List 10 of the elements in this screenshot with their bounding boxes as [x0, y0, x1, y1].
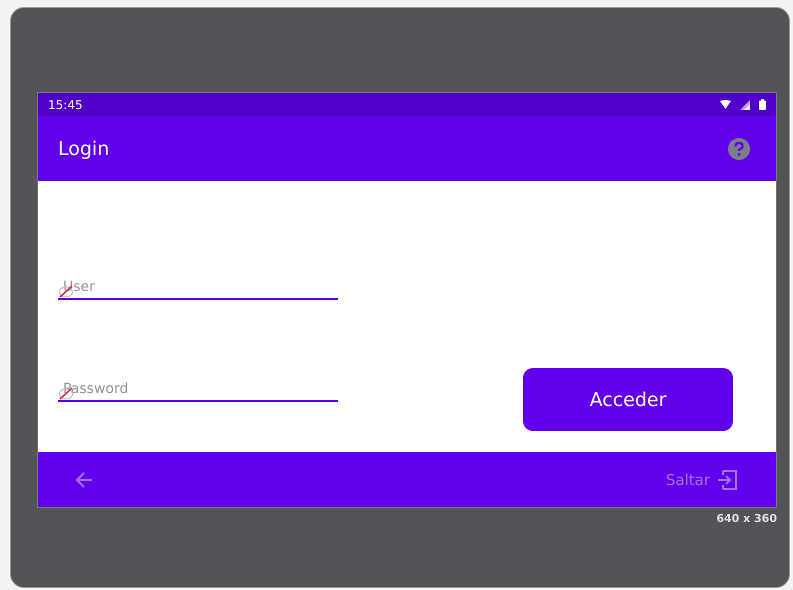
status-time: 15:45 — [48, 98, 83, 112]
signal-icon — [740, 100, 750, 110]
help-icon[interactable] — [728, 138, 750, 160]
login-button[interactable]: Acceder — [523, 368, 733, 431]
app-title: Login — [58, 138, 110, 160]
wifi-icon — [720, 100, 731, 110]
battery-icon — [759, 99, 766, 110]
exit-icon — [716, 468, 738, 490]
size-caption: 640 x 360 — [715, 512, 777, 525]
input-field[interactable]: Password — [58, 378, 338, 402]
